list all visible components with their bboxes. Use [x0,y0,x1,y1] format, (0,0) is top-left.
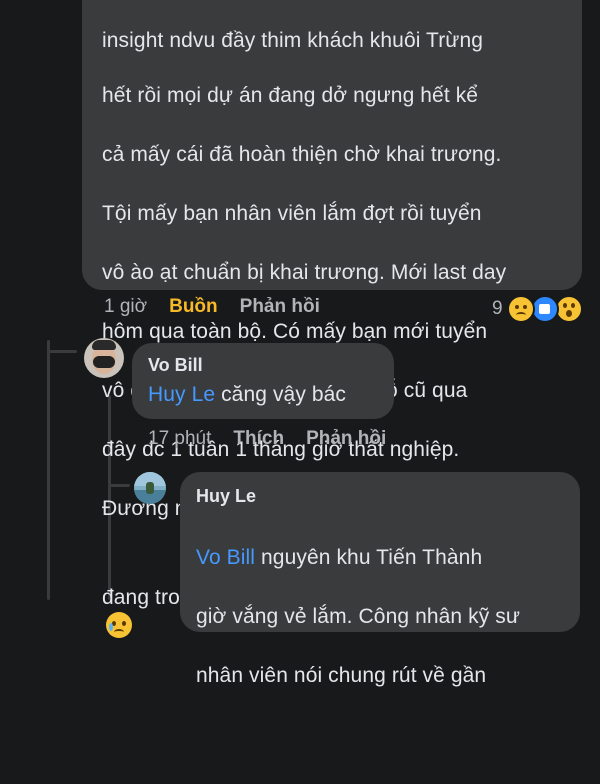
comment-3-line: Vo Bill nguyên khu Tiến Thành [196,543,564,573]
comment-1-line: vô ào ạt chuẩn bị khai trương. Mới last … [102,261,507,284]
comment-1-line: insight ndvu đầy thim khách khuôi Trừng [102,28,483,52]
comment-3-line-1: nguyên khu Tiến Thành [255,545,483,569]
comment-2-time[interactable]: 17 phút [148,428,211,450]
comment-2-body: căng vậy bác [215,383,347,406]
comment-1-reply-button[interactable]: Phản hồi [240,296,320,318]
like-emoji-icon [530,295,559,323]
comment-bubble-2[interactable]: Vo Bill Huy Le căng vậy bác [132,343,394,419]
comment-2-author[interactable]: Vo Bill [148,355,378,376]
sad-emoji-icon [506,295,535,323]
comment-1-line: Tội mấy bạn nhân viên lắm đợt rồi tuyển [102,202,482,225]
comment-3-text: Vo Bill nguyên khu Tiến Thành giờ vắng v… [196,513,564,720]
comment-1-reaction-summary[interactable]: 9 [492,295,583,323]
reaction-count: 9 [492,298,503,319]
comment-1-line: hết rồi mọi dự án đang dở ngưng hết kể [102,84,479,107]
comment-bubble-1[interactable]: insight ndvu đầy thim khách khuôi Trừng … [82,0,582,638]
comment-1-line: cả mấy cái đã hoàn thiện chờ khai trương… [102,143,502,166]
comment-2-actions: 17 phút Thích Phản hồi [148,428,408,450]
avatar-hair [92,340,116,350]
comment-3-author[interactable]: Huy Le [196,486,564,507]
comment-3-line-3: nhân viên nói chung rút về gần [196,663,487,687]
thread-line-main [47,340,50,600]
comment-1-time[interactable]: 1 giờ [104,296,147,318]
comment-1-actions: 1 giờ Buồn Phản hồi [104,296,342,318]
wow-emoji-icon [554,295,583,323]
comment-2-like-button[interactable]: Thích [233,428,284,450]
comment-2-text: Huy Le căng vậy bác [148,380,378,410]
comment-3-mention[interactable]: Vo Bill [196,546,255,569]
comment-1-reaction-button[interactable]: Buồn [169,296,218,318]
comment-bubble-3[interactable]: Huy Le Vo Bill nguyên khu Tiến Thành giờ… [180,472,580,687]
avatar-vo-bill[interactable] [84,338,124,378]
comment-2-reply-button[interactable]: Phản hồi [306,428,386,450]
avatar-huy-le[interactable] [134,472,166,504]
thread-line-curve-1 [47,350,77,353]
sad-relieved-emoji-icon [106,612,132,638]
avatar-figure [146,482,154,494]
comment-3-line-2: giờ vắng vẻ lắm. Công nhân kỹ sư [196,604,521,628]
avatar-mask [93,356,115,368]
comment-2-mention[interactable]: Huy Le [148,383,215,406]
